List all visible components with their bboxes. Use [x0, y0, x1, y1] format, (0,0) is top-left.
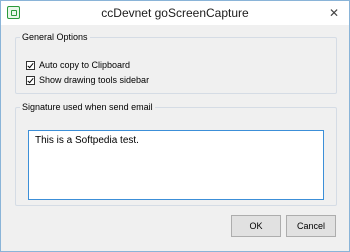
general-options-legend: General Options [22, 32, 88, 42]
general-options-group: General Options Auto copy to Clipboard S… [15, 32, 337, 94]
signature-legend: Signature used when send email [22, 102, 153, 112]
show-sidebar-option[interactable]: Show drawing tools sidebar [26, 74, 149, 86]
auto-copy-checkbox[interactable] [26, 60, 35, 70]
cancel-button[interactable]: Cancel [286, 215, 336, 237]
title-bar[interactable]: ccDevnet goScreenCapture ✕ [1, 1, 349, 25]
show-sidebar-checkbox[interactable] [26, 75, 35, 85]
show-sidebar-label: Show drawing tools sidebar [39, 75, 150, 85]
window-title: ccDevnet goScreenCapture [101, 6, 249, 20]
auto-copy-label: Auto copy to Clipboard [39, 60, 131, 70]
signature-textarea[interactable]: This is a Softpedia test. [28, 130, 324, 200]
dialog-window: ccDevnet goScreenCapture ✕ General Optio… [0, 0, 350, 252]
ok-button[interactable]: OK [231, 215, 281, 237]
auto-copy-option[interactable]: Auto copy to Clipboard [26, 59, 130, 71]
signature-group: Signature used when send email This is a… [15, 102, 337, 206]
close-button[interactable]: ✕ [324, 6, 344, 20]
